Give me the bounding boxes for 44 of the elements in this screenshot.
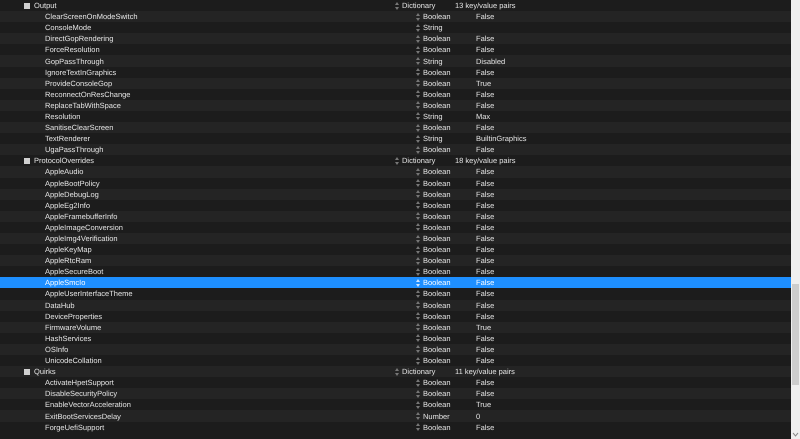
up-down-arrows-icon[interactable] xyxy=(416,68,420,76)
scrollbar[interactable] xyxy=(791,0,800,439)
up-down-arrows-icon[interactable] xyxy=(416,79,420,88)
up-down-arrows-icon[interactable] xyxy=(416,201,420,210)
up-down-arrows-icon[interactable] xyxy=(395,2,399,10)
up-down-arrows-icon[interactable] xyxy=(416,223,420,232)
up-down-arrows-icon[interactable] xyxy=(416,323,420,332)
up-down-arrows-icon[interactable] xyxy=(416,334,420,342)
up-down-arrows-icon[interactable] xyxy=(416,301,420,310)
scrollbar-thumb[interactable] xyxy=(792,284,799,385)
up-down-arrows-icon[interactable] xyxy=(416,278,420,287)
up-down-arrows-icon[interactable] xyxy=(416,90,420,98)
up-down-arrows-icon[interactable] xyxy=(416,345,420,354)
up-down-arrows-icon[interactable] xyxy=(416,124,420,132)
up-down-arrows-icon[interactable] xyxy=(416,256,420,265)
up-down-arrows-icon[interactable] xyxy=(416,112,420,120)
up-down-arrows-icon[interactable] xyxy=(416,423,420,432)
up-down-arrows-icon[interactable] xyxy=(416,134,420,143)
up-down-arrows-icon[interactable] xyxy=(416,146,420,154)
up-down-arrows-icon[interactable] xyxy=(416,34,420,43)
up-down-arrows-icon[interactable] xyxy=(416,179,420,188)
up-down-arrows-icon[interactable] xyxy=(416,101,420,110)
up-down-arrows-icon[interactable] xyxy=(416,46,420,54)
up-down-arrows-icon[interactable] xyxy=(416,234,420,243)
expand-square-icon[interactable] xyxy=(24,368,30,375)
up-down-arrows-icon[interactable] xyxy=(416,246,420,254)
up-down-arrows-icon[interactable] xyxy=(416,378,420,387)
up-down-arrows-icon[interactable] xyxy=(416,356,420,365)
up-down-arrows-icon[interactable] xyxy=(416,400,420,409)
up-down-arrows-icon[interactable] xyxy=(416,390,420,398)
up-down-arrows-icon[interactable] xyxy=(416,168,420,176)
expand-square-icon[interactable] xyxy=(24,158,30,164)
up-down-arrows-icon[interactable] xyxy=(395,156,399,165)
up-down-arrows-icon[interactable] xyxy=(416,290,420,298)
up-down-arrows-icon[interactable] xyxy=(416,12,420,21)
up-down-arrows-icon[interactable] xyxy=(416,212,420,220)
up-down-arrows-icon[interactable] xyxy=(395,368,399,376)
up-down-arrows-icon[interactable] xyxy=(416,412,420,420)
up-down-arrows-icon[interactable] xyxy=(416,268,420,276)
up-down-arrows-icon[interactable] xyxy=(416,190,420,198)
up-down-arrows-icon[interactable] xyxy=(416,312,420,320)
up-down-arrows-icon[interactable] xyxy=(416,57,420,66)
up-down-arrows-icon[interactable] xyxy=(416,24,420,32)
expand-square-icon[interactable] xyxy=(24,2,30,9)
